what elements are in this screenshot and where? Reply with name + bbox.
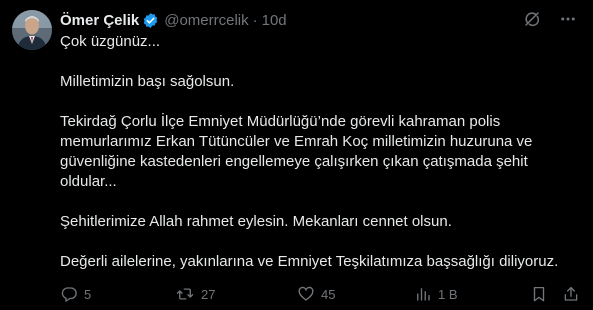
separator-dot: · (252, 11, 258, 29)
tweet-line: oldular... (60, 173, 117, 190)
like-button[interactable]: 45 (297, 284, 335, 304)
action-bar: 5 27 45 1 B (60, 284, 580, 304)
tweet-header: Ömer Çelik @omerrcelik · 10d (60, 9, 573, 31)
tweet-line: memurlarımız Erkan Tütüncüler ve Emrah K… (60, 133, 533, 150)
header-icons (523, 10, 577, 28)
like-count: 45 (321, 286, 336, 302)
tweet-text: Çok üzgünüz... Milletimizin başı sağolsu… (60, 32, 580, 272)
tweet-line: Milletimizin başı sağolsun. (60, 73, 235, 90)
repost-count: 27 (201, 286, 216, 302)
author-handle[interactable]: @omerrcelik (164, 12, 248, 29)
repost-icon (175, 285, 195, 303)
bookmark-button[interactable] (530, 284, 548, 304)
verified-badge-icon (142, 12, 159, 29)
repost-button[interactable]: 27 (175, 284, 215, 304)
views-button[interactable]: 1 B (414, 284, 458, 304)
views-count: 1 B (438, 286, 458, 302)
tweet-line: Çok üzgünüz... (60, 33, 161, 50)
share-icon (562, 285, 580, 303)
author-name[interactable]: Ömer Çelik (60, 12, 139, 29)
tweet-line: Tekirdağ Çorlu İlçe Emniyet Müdürlüğü’nd… (60, 113, 501, 130)
like-icon (297, 285, 315, 303)
tweet-line: Şehitlerimize Allah rahmet eylesin. Meka… (60, 213, 452, 230)
views-icon (414, 285, 432, 303)
grok-icon[interactable] (523, 10, 541, 28)
bookmark-icon (530, 285, 548, 303)
tweet[interactable]: Ömer Çelik @omerrcelik · 10d Çok üzgünüz… (0, 0, 593, 310)
tweet-line: Değerli ailelerine, yakınlarına ve Emniy… (60, 253, 559, 270)
tweet-line: güvenliğine kastedenleri engellemeye çal… (60, 153, 528, 170)
more-icon[interactable] (559, 10, 577, 28)
share-button[interactable] (562, 284, 580, 304)
timestamp[interactable]: 10d (262, 12, 287, 29)
avatar[interactable] (12, 10, 52, 50)
reply-icon (60, 285, 78, 303)
reply-count: 5 (84, 286, 92, 302)
reply-button[interactable]: 5 (60, 284, 91, 304)
